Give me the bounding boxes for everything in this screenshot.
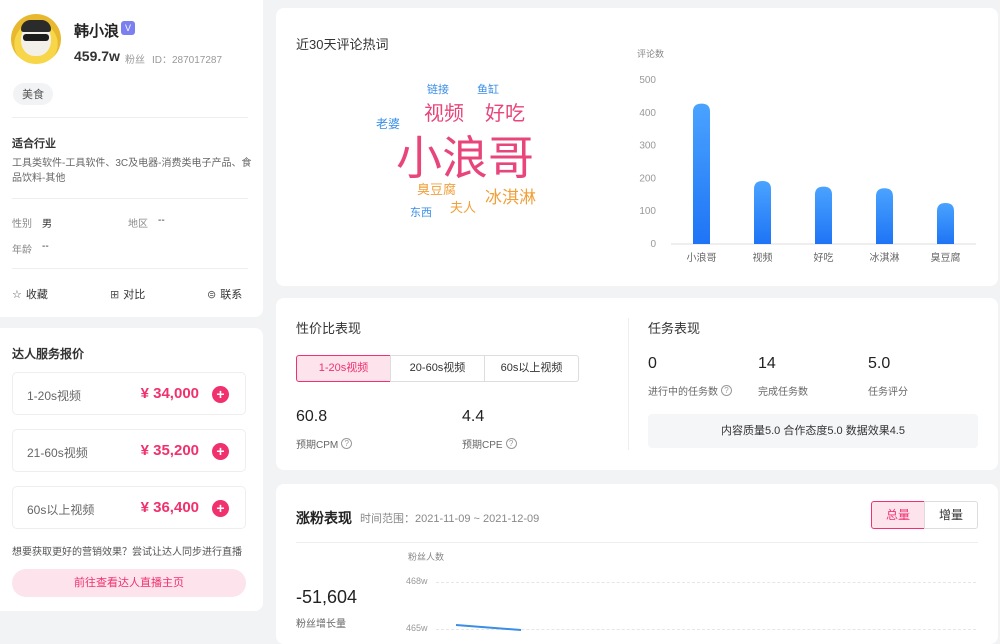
cpm-label-text: 预期CPM bbox=[296, 440, 339, 451]
cost-title: 性价比表现 bbox=[296, 321, 362, 336]
avatar[interactable] bbox=[11, 14, 61, 64]
comment-count-bar-chart: 评论数 0 100 200 300 400 500 小浪哥 视频 好吃 冰淇淋 臭豆腐 bbox=[637, 48, 976, 264]
x-tick-label: 臭豆腐 bbox=[931, 251, 961, 264]
y-tick-label: 500 bbox=[639, 75, 656, 86]
price-row-label: 60s以上视频 bbox=[27, 503, 95, 517]
help-icon[interactable]: ? bbox=[341, 438, 353, 449]
tab-20-60s[interactable]: 20-60s视频 bbox=[390, 355, 485, 382]
x-tick-label: 小浪哥 bbox=[687, 251, 717, 264]
profile-card: 韩小浪 V 459.7w 粉丝 ID：287017287 美食 适合行业 工具类… bbox=[0, 0, 263, 317]
pricing-card: 达人服务报价 1-20s视频 ¥ 34,000 + 21-60s视频 ¥ 35,… bbox=[0, 328, 263, 611]
tasks-in-progress-value: 0 bbox=[648, 355, 657, 372]
task-score-value: 5.0 bbox=[868, 355, 891, 372]
task-score-label: 任务评分 bbox=[868, 387, 908, 398]
x-tick-label: 视频 bbox=[753, 251, 773, 264]
cpe-label: 预期CPE ? bbox=[462, 436, 517, 451]
growth-card: 涨粉表现 时间范围：2021-11-09 ~ 2021-12-09 总量 增量 … bbox=[276, 484, 998, 644]
favorite-label: 收藏 bbox=[25, 289, 48, 301]
favorite-button[interactable]: ☆ 收藏 bbox=[12, 286, 48, 302]
tasks-completed-label: 完成任务数 bbox=[758, 387, 808, 398]
fans-trend-line bbox=[455, 624, 522, 631]
y-tick-label: 100 bbox=[639, 206, 656, 217]
fans-count: 459.7w bbox=[74, 48, 120, 64]
bar bbox=[876, 188, 893, 244]
region-label: 地区 bbox=[128, 219, 148, 230]
industry-text: 工具类软件-工具软件、3C及电器-消费类电子产品、食品饮料-其他 bbox=[12, 158, 252, 184]
y-tick-label: 400 bbox=[639, 108, 656, 119]
view-live-page-button[interactable]: 前往查看达人直播主页 bbox=[12, 569, 246, 597]
add-icon[interactable]: + bbox=[212, 386, 229, 403]
price-row: 1-20s视频 ¥ 34,000 + bbox=[12, 372, 246, 415]
bar bbox=[937, 203, 954, 244]
chat-icon: ⊜ bbox=[207, 288, 217, 301]
tasks-in-progress-label: 进行中的任务数 ? bbox=[648, 383, 732, 398]
compare-icon: ⊞ bbox=[110, 288, 120, 301]
help-icon[interactable]: ? bbox=[721, 385, 732, 396]
task-title: 任务表现 bbox=[648, 321, 701, 336]
industry-title: 适合行业 bbox=[12, 138, 56, 150]
add-icon[interactable]: + bbox=[212, 443, 229, 460]
hotwords-card: 近30天评论热词 链接 鱼缸 视频 好吃 老婆 小浪哥 臭豆腐 冰淇淋 夫人 东… bbox=[276, 8, 998, 286]
fans-label: 粉丝 bbox=[125, 55, 145, 66]
verified-badge-icon: V bbox=[121, 21, 135, 35]
price-row: 60s以上视频 ¥ 36,400 + bbox=[12, 486, 246, 529]
contact-button[interactable]: ⊜ 联系 bbox=[207, 286, 242, 302]
contact-label: 联系 bbox=[220, 289, 243, 301]
bar bbox=[815, 186, 832, 244]
bar bbox=[754, 181, 771, 244]
price-row: 21-60s视频 ¥ 35,200 + bbox=[12, 429, 246, 472]
x-tick-label: 冰淇淋 bbox=[870, 251, 900, 264]
cpe-label-text: 预期CPE bbox=[462, 440, 503, 451]
user-id: ID：287017287 bbox=[152, 55, 223, 66]
price-row-label: 21-60s视频 bbox=[27, 446, 88, 460]
cpm-value: 60.8 bbox=[296, 408, 328, 425]
help-icon[interactable]: ? bbox=[505, 438, 517, 449]
add-icon[interactable]: + bbox=[212, 500, 229, 517]
divider bbox=[12, 198, 248, 199]
price-row-value: ¥ 34,000 bbox=[140, 385, 199, 402]
tasks-completed-value: 14 bbox=[758, 355, 776, 372]
cpe-value: 4.4 bbox=[462, 408, 485, 425]
y-tick-label: 300 bbox=[639, 141, 656, 152]
price-row-value: ¥ 36,400 bbox=[140, 499, 199, 516]
trend-line bbox=[455, 624, 522, 631]
tab-1-20s[interactable]: 1-20s视频 bbox=[296, 355, 391, 382]
gender-value: 男 bbox=[42, 219, 52, 230]
live-hint: 想要获取更好的营销效果？尝试让达人同步进行直播 bbox=[12, 547, 242, 558]
task-score-summary: 内容质量5.0 合作态度5.0 数据效果4.5 bbox=[648, 414, 978, 448]
profile-name: 韩小浪 bbox=[74, 23, 120, 40]
star-icon: ☆ bbox=[12, 288, 22, 301]
gender-label: 性别 bbox=[12, 219, 32, 230]
bar bbox=[693, 103, 710, 244]
divider bbox=[12, 117, 248, 118]
price-row-label: 1-20s视频 bbox=[27, 389, 82, 403]
age-value: -- bbox=[42, 241, 49, 252]
y-tick-label: 200 bbox=[639, 173, 656, 184]
cpm-label: 预期CPM ? bbox=[296, 436, 353, 451]
pricing-title: 达人服务报价 bbox=[12, 347, 85, 361]
x-tick-label: 好吃 bbox=[814, 251, 834, 264]
y-tick-label: 0 bbox=[650, 239, 656, 250]
compare-button[interactable]: ⊞ 对比 bbox=[110, 286, 145, 302]
tab-60s-plus[interactable]: 60s以上视频 bbox=[484, 355, 579, 382]
region-value: -- bbox=[158, 215, 165, 226]
cost-task-card: 性价比表现 1-20s视频 20-60s视频 60s以上视频 60.8 预期CP… bbox=[276, 298, 998, 470]
price-row-value: ¥ 35,200 bbox=[140, 442, 199, 459]
divider bbox=[12, 268, 248, 269]
tasks-in-progress-text: 进行中的任务数 bbox=[648, 387, 718, 398]
age-label: 年龄 bbox=[12, 245, 32, 256]
divider bbox=[628, 318, 629, 450]
category-tag: 美食 bbox=[13, 83, 53, 105]
compare-label: 对比 bbox=[123, 289, 146, 301]
y-axis-title: 评论数 bbox=[637, 48, 664, 59]
